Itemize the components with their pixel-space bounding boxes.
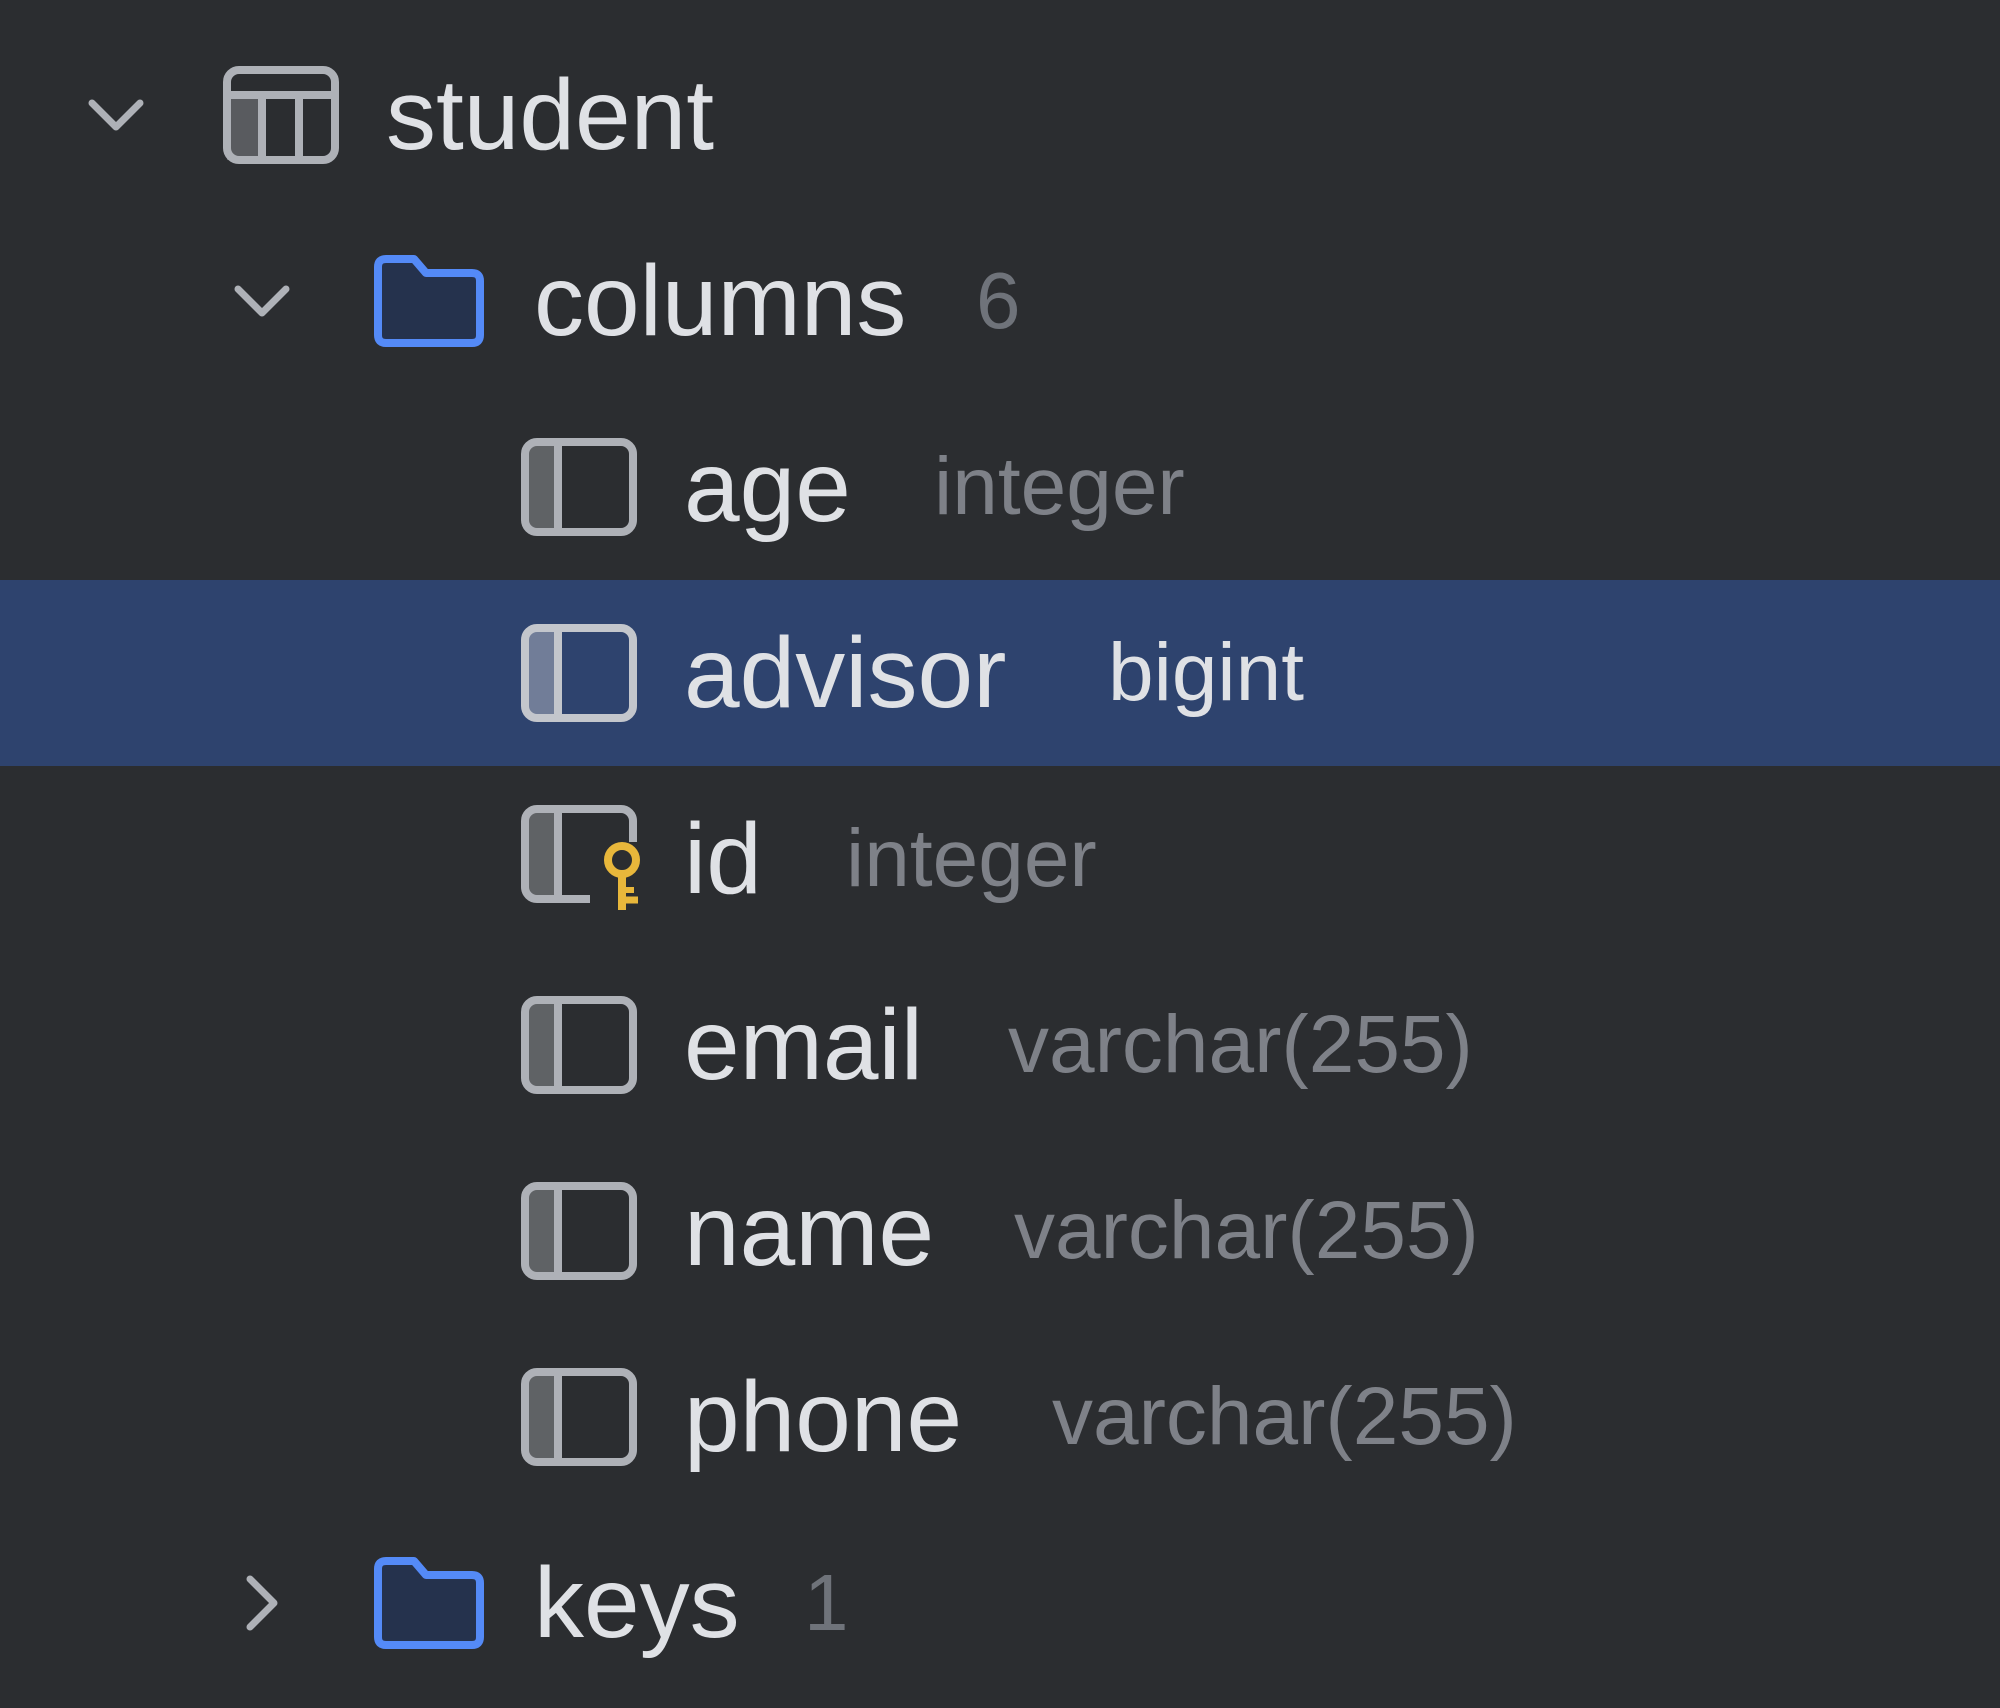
column-icon	[520, 1181, 638, 1281]
folder-icon	[370, 1553, 488, 1653]
chevron-down-icon[interactable]	[226, 265, 298, 337]
folder-count: 1	[804, 1558, 849, 1647]
column-name: phone	[684, 1361, 963, 1473]
folder-count: 6	[976, 256, 1021, 345]
column-icon	[520, 1367, 638, 1467]
column-type: bigint	[1108, 627, 1305, 718]
column-row-email[interactable]: email varchar(255)	[0, 952, 2000, 1138]
column-icon	[520, 437, 638, 537]
column-row-name[interactable]: name varchar(255)	[0, 1138, 2000, 1324]
database-tree: student columns 6 age integer advisor bi…	[0, 0, 2000, 1708]
column-icon	[520, 623, 638, 723]
column-name: age	[684, 431, 851, 543]
chevron-right-icon[interactable]	[226, 1567, 298, 1639]
chevron-down-icon[interactable]	[80, 79, 152, 151]
folder-label: keys	[534, 1547, 740, 1659]
column-type: varchar(255)	[1052, 1371, 1517, 1462]
column-icon	[520, 995, 638, 1095]
column-name: id	[684, 803, 762, 915]
column-name: name	[684, 1175, 935, 1287]
column-name: advisor	[684, 617, 1007, 729]
primary-key-column-icon	[520, 804, 650, 914]
column-type: varchar(255)	[1014, 1185, 1479, 1276]
column-type: integer	[846, 813, 1097, 904]
folder-label: columns	[534, 245, 907, 357]
column-row-phone[interactable]: phone varchar(255)	[0, 1324, 2000, 1510]
table-icon	[222, 65, 340, 165]
tree-node-student[interactable]: student	[0, 22, 2000, 208]
folder-icon	[370, 251, 488, 351]
column-row-advisor[interactable]: advisor bigint	[0, 580, 2000, 766]
column-type: varchar(255)	[1008, 999, 1473, 1090]
tree-node-keys[interactable]: keys 1	[0, 1510, 2000, 1696]
tree-node-columns[interactable]: columns 6	[0, 208, 2000, 394]
table-name: student	[386, 59, 715, 171]
column-row-age[interactable]: age integer	[0, 394, 2000, 580]
column-name: email	[684, 989, 923, 1101]
column-row-id[interactable]: id integer	[0, 766, 2000, 952]
column-type: integer	[934, 441, 1185, 532]
